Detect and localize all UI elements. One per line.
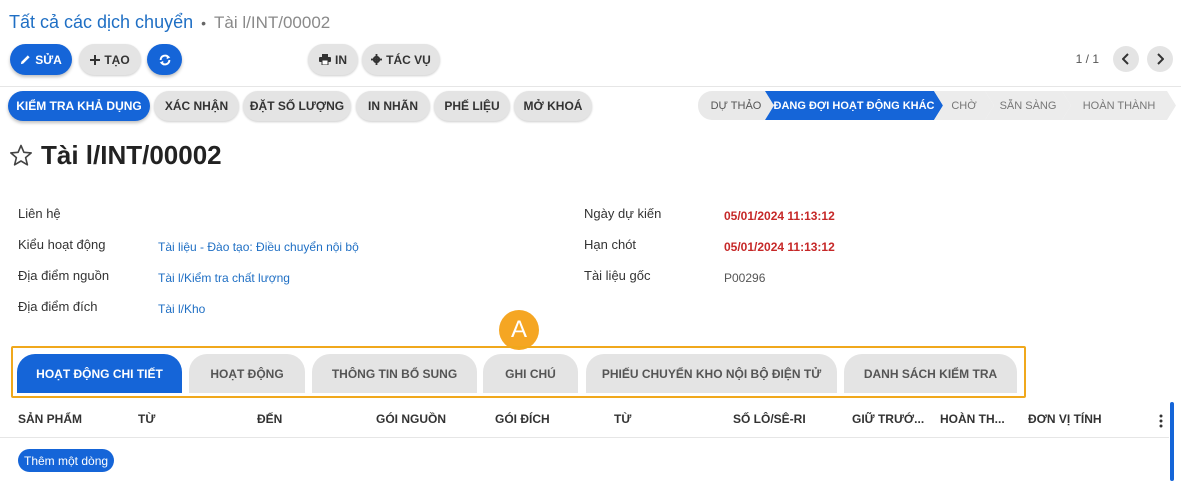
toolbar-divider — [0, 86, 1181, 87]
source-location-label: Địa điểm nguồn — [18, 268, 110, 283]
column-header-from-2[interactable]: TỪ — [614, 412, 631, 426]
status-step-waiting[interactable]: CHỜ — [934, 91, 994, 120]
record-title-block: Tài l/INT/00002 — [9, 140, 222, 171]
contact-label: Liên hệ — [18, 206, 61, 221]
print-button-label: IN — [335, 52, 347, 67]
set-quantity-button[interactable]: ĐẶT SỐ LƯỢNG — [243, 91, 351, 121]
operation-type-value[interactable]: Tài liệu - Đào tạo: Điều chuyển nội bộ — [158, 240, 359, 254]
tab-checklist[interactable]: DANH SÁCH KIỂM TRA — [844, 354, 1017, 393]
tab-additional-info[interactable]: THÔNG TIN BỔ SUNG — [312, 354, 477, 393]
column-header-lot-serial[interactable]: SỐ LÔ/SÊ-RI — [733, 412, 806, 426]
source-document-label: Tài liệu gốc — [584, 268, 651, 283]
action-button-label: TÁC VỤ — [386, 52, 431, 67]
vertical-scrollbar[interactable] — [1170, 402, 1174, 481]
column-header-source-package[interactable]: GÓI NGUỒN — [376, 412, 446, 426]
operation-type-label: Kiểu hoạt động — [18, 237, 106, 252]
action-button[interactable]: TÁC VỤ — [362, 44, 440, 75]
refresh-button[interactable] — [147, 44, 182, 75]
printer-icon — [319, 54, 331, 65]
check-availability-button[interactable]: KIỂM TRA KHẢ DỤNG — [8, 91, 150, 121]
tab-note[interactable]: GHI CHÚ — [483, 354, 578, 393]
breadcrumb-separator: • — [201, 14, 207, 31]
chevron-right-icon — [1156, 53, 1164, 65]
column-header-done[interactable]: HOÀN TH... — [940, 412, 1005, 426]
breadcrumb-parent-link[interactable]: Tất cả các dịch chuyển — [9, 12, 193, 33]
plus-icon — [90, 54, 101, 65]
column-header-to[interactable]: ĐẾN — [257, 412, 282, 426]
deadline-value[interactable]: 05/01/2024 11:13:12 — [724, 240, 835, 254]
edit-button-label: SỬA — [35, 52, 62, 67]
gear-icon — [371, 54, 383, 65]
column-header-reserved[interactable]: GIỮ TRƯỚ... — [852, 412, 924, 426]
confirm-button[interactable]: XÁC NHẬN — [154, 91, 239, 121]
status-bar: DỰ THẢO ĐANG ĐỢI HOẠT ĐỘNG KHÁC CHỜ SẴN … — [698, 91, 1176, 120]
edit-button[interactable]: SỬA — [10, 44, 72, 75]
scheduled-date-value[interactable]: 05/01/2024 11:13:12 — [724, 209, 835, 223]
breadcrumb: Tất cả các dịch chuyển • Tài l/INT/00002 — [9, 12, 330, 33]
star-icon[interactable] — [9, 144, 33, 167]
deadline-label: Hạn chót — [584, 237, 637, 252]
status-step-ready[interactable]: SẴN SÀNG — [985, 91, 1071, 120]
column-header-uom[interactable]: ĐƠN VỊ TÍNH — [1028, 412, 1102, 426]
scheduled-date-label: Ngày dự kiến — [584, 206, 662, 221]
column-header-from[interactable]: TỪ — [138, 412, 155, 426]
add-line-button[interactable]: Thêm một dòng — [18, 449, 115, 472]
column-options-icon[interactable] — [1158, 414, 1166, 428]
print-button[interactable]: IN — [308, 44, 358, 75]
scrap-button[interactable]: PHẾ LIỆU — [434, 91, 510, 121]
status-step-draft[interactable]: DỰ THẢO — [698, 91, 774, 120]
print-labels-button[interactable]: IN NHÃN — [356, 91, 430, 121]
tab-detailed-operations[interactable]: HOẠT ĐỘNG CHI TIẾT — [17, 354, 182, 393]
destination-location-label: Địa điểm đích — [18, 299, 98, 314]
status-step-done[interactable]: HOÀN THÀNH — [1062, 91, 1176, 120]
tab-e-internal-transfer[interactable]: PHIẾU CHUYỂN KHO NỘI BỘ ĐIỆN TỬ — [586, 354, 837, 393]
destination-location-value[interactable]: Tài l/Kho — [158, 302, 205, 316]
chevron-left-icon — [1122, 53, 1130, 65]
source-document-value[interactable]: P00296 — [724, 271, 765, 285]
unlock-button[interactable]: MỞ KHOÁ — [514, 91, 592, 121]
status-step-waiting-another[interactable]: ĐANG ĐỢI HOẠT ĐỘNG KHÁC — [765, 91, 943, 120]
pager-counter[interactable]: 1 / 1 — [1076, 52, 1099, 66]
pencil-icon — [20, 54, 31, 65]
control-panel: SỬA TẠO IN TÁC VỤ 1 / 1 — [10, 44, 1173, 76]
table-header-divider — [0, 437, 1169, 438]
annotation-marker: A — [499, 310, 539, 350]
breadcrumb-current: Tài l/INT/00002 — [214, 12, 331, 32]
record-title: Tài l/INT/00002 — [41, 140, 222, 170]
column-header-destination-package[interactable]: GÓI ĐÍCH — [495, 412, 550, 426]
pager-next-button[interactable] — [1147, 46, 1173, 72]
create-button[interactable]: TẠO — [79, 44, 141, 75]
tab-operations[interactable]: HOẠT ĐỘNG — [189, 354, 305, 393]
pager-previous-button[interactable] — [1113, 46, 1139, 72]
source-location-value[interactable]: Tài l/Kiểm tra chất lượng — [158, 271, 290, 285]
create-button-label: TẠO — [104, 52, 130, 67]
column-header-product[interactable]: SẢN PHẨM — [18, 412, 82, 426]
refresh-icon — [158, 53, 172, 67]
